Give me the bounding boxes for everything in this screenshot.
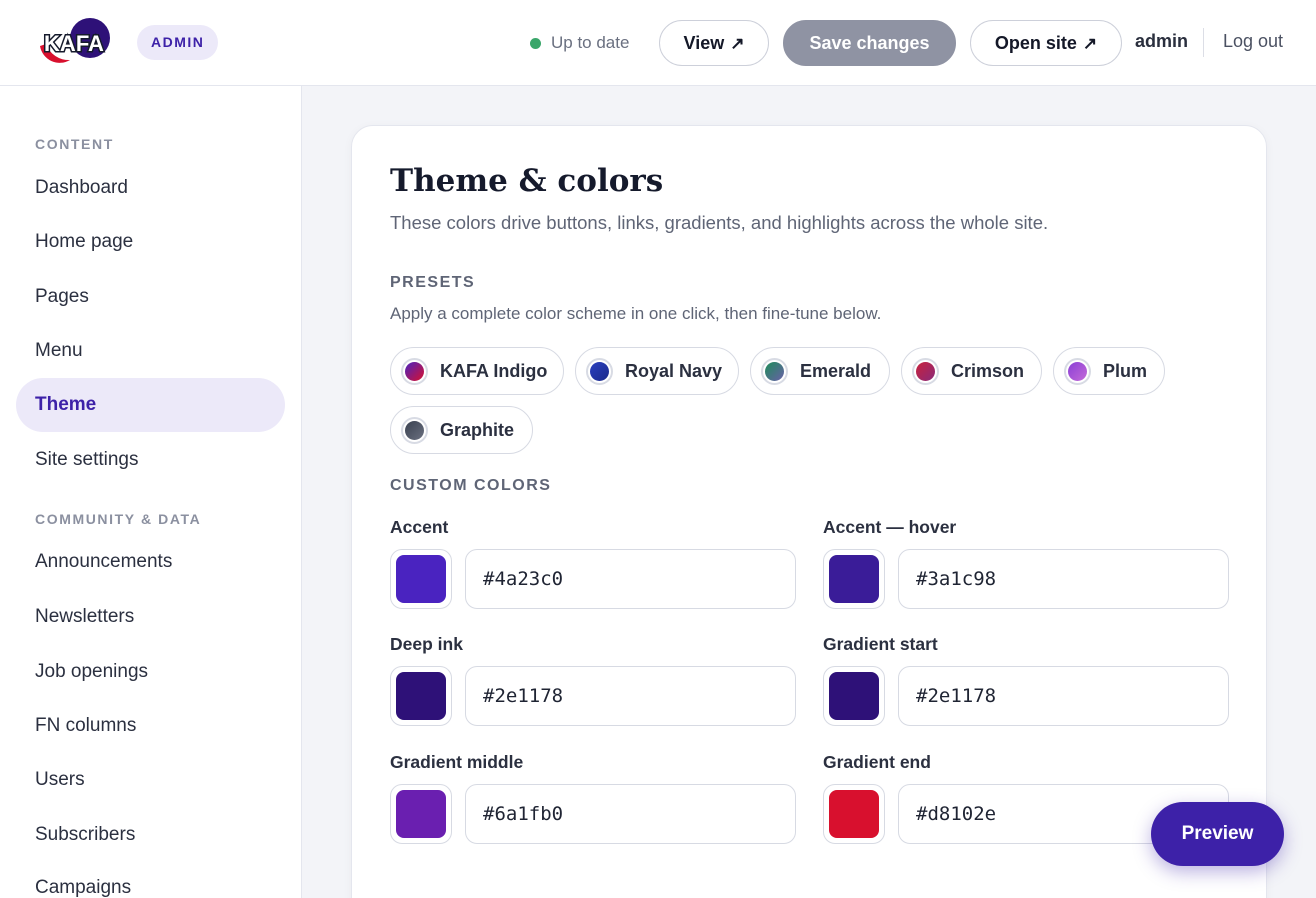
sidebar-item-menu[interactable]: Menu — [16, 324, 285, 378]
preset-swatch-fill — [916, 361, 935, 381]
preset-emerald[interactable]: Emerald — [750, 347, 890, 395]
view-button[interactable]: View ↗ — [659, 20, 769, 66]
accent-hex-input[interactable] — [465, 549, 796, 609]
view-button-label: View — [683, 33, 725, 53]
open-site-label: Open site — [994, 33, 1077, 53]
accent-hover-color-picker[interactable] — [823, 549, 885, 609]
sidebar-item-newsletters[interactable]: Newsletters — [16, 590, 285, 644]
save-button-label: Save changes — [809, 33, 930, 53]
status-dot-icon — [530, 37, 541, 49]
sidebar: CONTENT Dashboard Home page Pages Menu T… — [0, 86, 302, 898]
swatch-fill — [396, 790, 446, 838]
gradient-end-color-picker[interactable] — [823, 784, 885, 844]
swatch-fill — [396, 555, 446, 603]
presets-help-text: Apply a complete color scheme in one cli… — [390, 304, 882, 323]
user-name[interactable]: admin — [1135, 31, 1188, 52]
external-link-icon: ↗ — [1082, 34, 1098, 53]
preset-swatch-fill — [765, 361, 784, 381]
swatch-fill — [829, 790, 879, 838]
preset-kafa-indigo[interactable]: KAFA Indigo — [390, 347, 564, 395]
sidebar-item-announcements[interactable]: Announcements — [16, 535, 285, 589]
page-title: Theme & colors — [390, 163, 664, 199]
logout-link[interactable]: Log out — [1223, 31, 1283, 52]
sidebar-item-site-settings[interactable]: Site settings — [16, 433, 285, 487]
preset-swatch-icon — [1064, 357, 1091, 385]
preset-label: Graphite — [440, 419, 515, 440]
accent-hover-hex-input[interactable] — [898, 549, 1229, 609]
preset-label: Royal Navy — [625, 360, 723, 381]
logo-text: KAFA — [44, 31, 104, 56]
presets-heading: PRESETS — [390, 274, 476, 291]
preset-swatch-icon — [586, 357, 613, 385]
open-site-button[interactable]: Open site ↗ — [970, 20, 1122, 66]
swatch-fill — [829, 555, 879, 603]
status-text: Up to date — [551, 33, 630, 52]
save-changes-button[interactable]: Save changes — [783, 20, 956, 66]
preset-label: Crimson — [951, 360, 1025, 381]
swatch-fill — [396, 672, 446, 720]
preset-swatch-fill — [590, 361, 609, 381]
preset-graphite[interactable]: Graphite — [390, 406, 533, 454]
preset-label: Plum — [1103, 360, 1148, 381]
gradient-start-label: Gradient start — [823, 634, 938, 654]
preset-label: KAFA Indigo — [440, 360, 548, 381]
gradient-end-label: Gradient end — [823, 752, 931, 772]
gradient-start-hex-input[interactable] — [898, 666, 1229, 726]
gradient-middle-color-picker[interactable] — [390, 784, 452, 844]
preset-swatch-fill — [405, 361, 424, 381]
sidebar-item-job-openings[interactable]: Job openings — [16, 645, 285, 699]
top-bar: KAFA ADMIN Up to date View ↗ Save changes… — [0, 0, 1316, 86]
sidebar-item-theme[interactable]: Theme — [16, 378, 285, 432]
gradient-start-color-picker[interactable] — [823, 666, 885, 726]
deep-ink-hex-input[interactable] — [465, 666, 796, 726]
preset-swatch-icon — [912, 357, 939, 385]
sidebar-item-home-page[interactable]: Home page — [16, 215, 285, 269]
preview-button[interactable]: Preview — [1151, 802, 1284, 866]
preset-swatch-icon — [401, 357, 428, 385]
preset-swatch-icon — [401, 416, 428, 444]
kafa-logo[interactable]: KAFA — [30, 18, 120, 66]
preset-label: Emerald — [800, 360, 872, 381]
swatch-fill — [829, 672, 879, 720]
accent-color-picker[interactable] — [390, 549, 452, 609]
preset-swatch-icon — [761, 357, 788, 385]
sidebar-item-campaigns[interactable]: Campaigns — [16, 861, 285, 898]
accent-label: Accent — [390, 517, 449, 537]
header-divider — [1203, 28, 1204, 57]
save-status: Up to date — [530, 31, 629, 55]
sidebar-heading-community: COMMUNITY & DATA — [35, 511, 202, 527]
sidebar-item-fn-columns[interactable]: FN columns — [16, 699, 285, 753]
preset-swatch-fill — [405, 420, 424, 440]
gradient-middle-label: Gradient middle — [390, 752, 524, 772]
preset-crimson[interactable]: Crimson — [901, 347, 1042, 395]
gradient-middle-hex-input[interactable] — [465, 784, 796, 844]
sidebar-heading-content: CONTENT — [35, 136, 114, 152]
sidebar-item-subscribers[interactable]: Subscribers — [16, 808, 285, 862]
sidebar-item-pages[interactable]: Pages — [16, 270, 285, 324]
deep-ink-color-picker[interactable] — [390, 666, 452, 726]
custom-colors-heading: CUSTOM COLORS — [390, 477, 552, 494]
preset-swatch-fill — [1068, 361, 1087, 381]
sidebar-item-users[interactable]: Users — [16, 753, 285, 807]
page-subtitle: These colors drive buttons, links, gradi… — [390, 212, 1049, 233]
preset-royal-navy[interactable]: Royal Navy — [575, 347, 739, 395]
admin-badge: ADMIN — [137, 25, 219, 60]
external-link-icon: ↗ — [730, 34, 745, 53]
theme-card: Theme & colors These colors drive button… — [351, 125, 1267, 898]
accent-hover-label: Accent — hover — [823, 517, 957, 537]
preset-plum[interactable]: Plum — [1053, 347, 1165, 395]
sidebar-item-dashboard[interactable]: Dashboard — [16, 161, 285, 215]
deep-ink-label: Deep ink — [390, 634, 463, 654]
